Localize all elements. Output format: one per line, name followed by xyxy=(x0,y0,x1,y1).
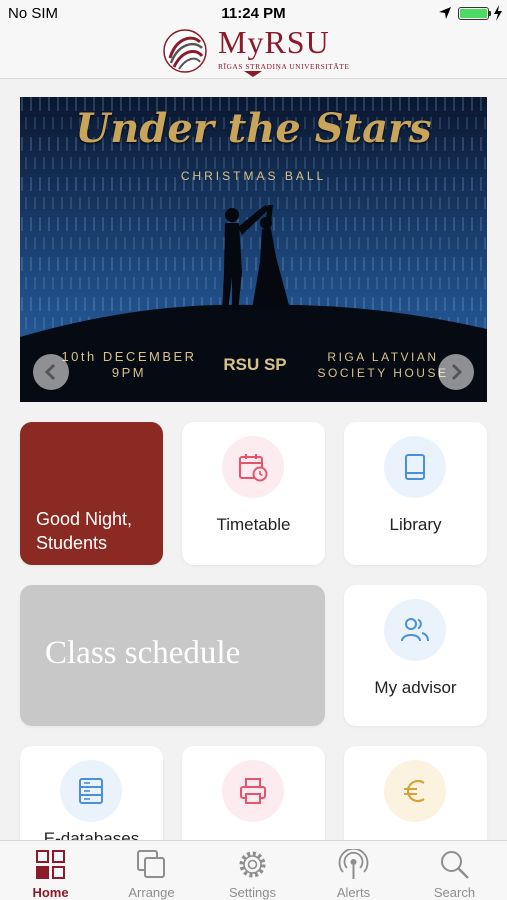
greeting-line1: Good Night, xyxy=(36,509,133,529)
home-grid-icon xyxy=(36,850,65,879)
tab-search[interactable]: Search xyxy=(404,841,505,900)
gear-icon xyxy=(239,851,266,878)
tab-alerts[interactable]: Alerts xyxy=(303,841,404,900)
banner-venue-line2: SOCIETY HOUSE xyxy=(317,366,449,380)
university-name: RĪGAS STRADIŅA UNIVERSITĀTE xyxy=(218,62,350,71)
edatabases-icon-bg xyxy=(60,760,122,822)
book-icon xyxy=(405,454,425,480)
tab-alerts-label: Alerts xyxy=(336,885,371,900)
banner-title: Under the Stars xyxy=(75,105,432,152)
arrange-icon xyxy=(137,850,165,878)
tab-settings[interactable]: Settings xyxy=(202,841,303,900)
timetable-icon-bg xyxy=(222,436,284,498)
banner-subtitle: CHRISTMAS BALL xyxy=(180,169,327,183)
chevron-right-icon xyxy=(451,363,463,381)
search-icon xyxy=(441,851,469,879)
tab-settings-label: Settings xyxy=(229,885,276,900)
print-icon-bg xyxy=(222,760,284,822)
broadcast-icon xyxy=(338,849,369,879)
banner-venue: RIGA LATVIAN SOCIETY HOUSE xyxy=(308,349,458,381)
library-icon-bg xyxy=(384,436,446,498)
class-schedule-label: Class schedule xyxy=(45,635,241,671)
greeting-tile: Good Night, Students xyxy=(20,422,163,565)
my-advisor-label: My advisor xyxy=(374,678,457,697)
clock: 11:24 PM xyxy=(221,5,286,22)
banner-date-day: 10th DECEMBER xyxy=(61,349,197,364)
class-schedule-tile[interactable]: Class schedule xyxy=(20,585,325,726)
library-label: Library xyxy=(389,515,442,534)
timetable-tile[interactable]: Timetable xyxy=(182,422,325,565)
printer-icon xyxy=(240,778,266,804)
euro-icon xyxy=(404,779,425,803)
tab-bar: Home Arrange Settings Alerts Search xyxy=(0,840,507,900)
carousel-prev-button[interactable] xyxy=(33,354,69,390)
server-icon xyxy=(79,778,103,804)
my-advisor-tile[interactable]: My advisor xyxy=(344,585,487,726)
chevron-left-icon xyxy=(44,363,56,381)
charging-bolt-icon xyxy=(494,5,502,21)
location-arrow-icon xyxy=(439,7,451,19)
battery-icon xyxy=(458,7,489,20)
app-header: MyRSU RĪGAS STRADIŅA UNIVERSITĀTE xyxy=(0,24,507,79)
banner-venue-line1: RIGA LATVIAN xyxy=(327,350,439,364)
event-banner[interactable]: Under the Stars CHRISTMAS BALL 10th DECE… xyxy=(20,97,487,402)
tab-home[interactable]: Home xyxy=(0,841,101,900)
rsu-logo-icon xyxy=(163,29,207,73)
greeting-text: Good Night, Students xyxy=(36,507,132,555)
battery-tip xyxy=(489,11,491,16)
banner-date: 10th DECEMBER 9PM xyxy=(44,349,214,381)
timetable-label: Timetable xyxy=(216,515,291,534)
tab-search-label: Search xyxy=(433,885,476,900)
carousel-next-button[interactable] xyxy=(438,354,474,390)
advisor-icon-bg xyxy=(384,599,446,661)
calendar-clock-icon xyxy=(239,454,268,482)
banner-organizer: RSU SP xyxy=(223,355,287,374)
payments-icon-bg xyxy=(384,760,446,822)
library-tile[interactable]: Library xyxy=(344,422,487,565)
banner-date-time: 9PM xyxy=(111,365,147,380)
tab-home-label: Home xyxy=(32,885,69,900)
app-logo-text: MyRSU xyxy=(218,24,330,60)
tab-arrange[interactable]: Arrange xyxy=(101,841,202,900)
tab-arrange-label: Arrange xyxy=(128,885,175,900)
greeting-line2: Students xyxy=(36,533,108,553)
logo-pointer xyxy=(244,71,262,77)
people-icon xyxy=(401,618,429,642)
